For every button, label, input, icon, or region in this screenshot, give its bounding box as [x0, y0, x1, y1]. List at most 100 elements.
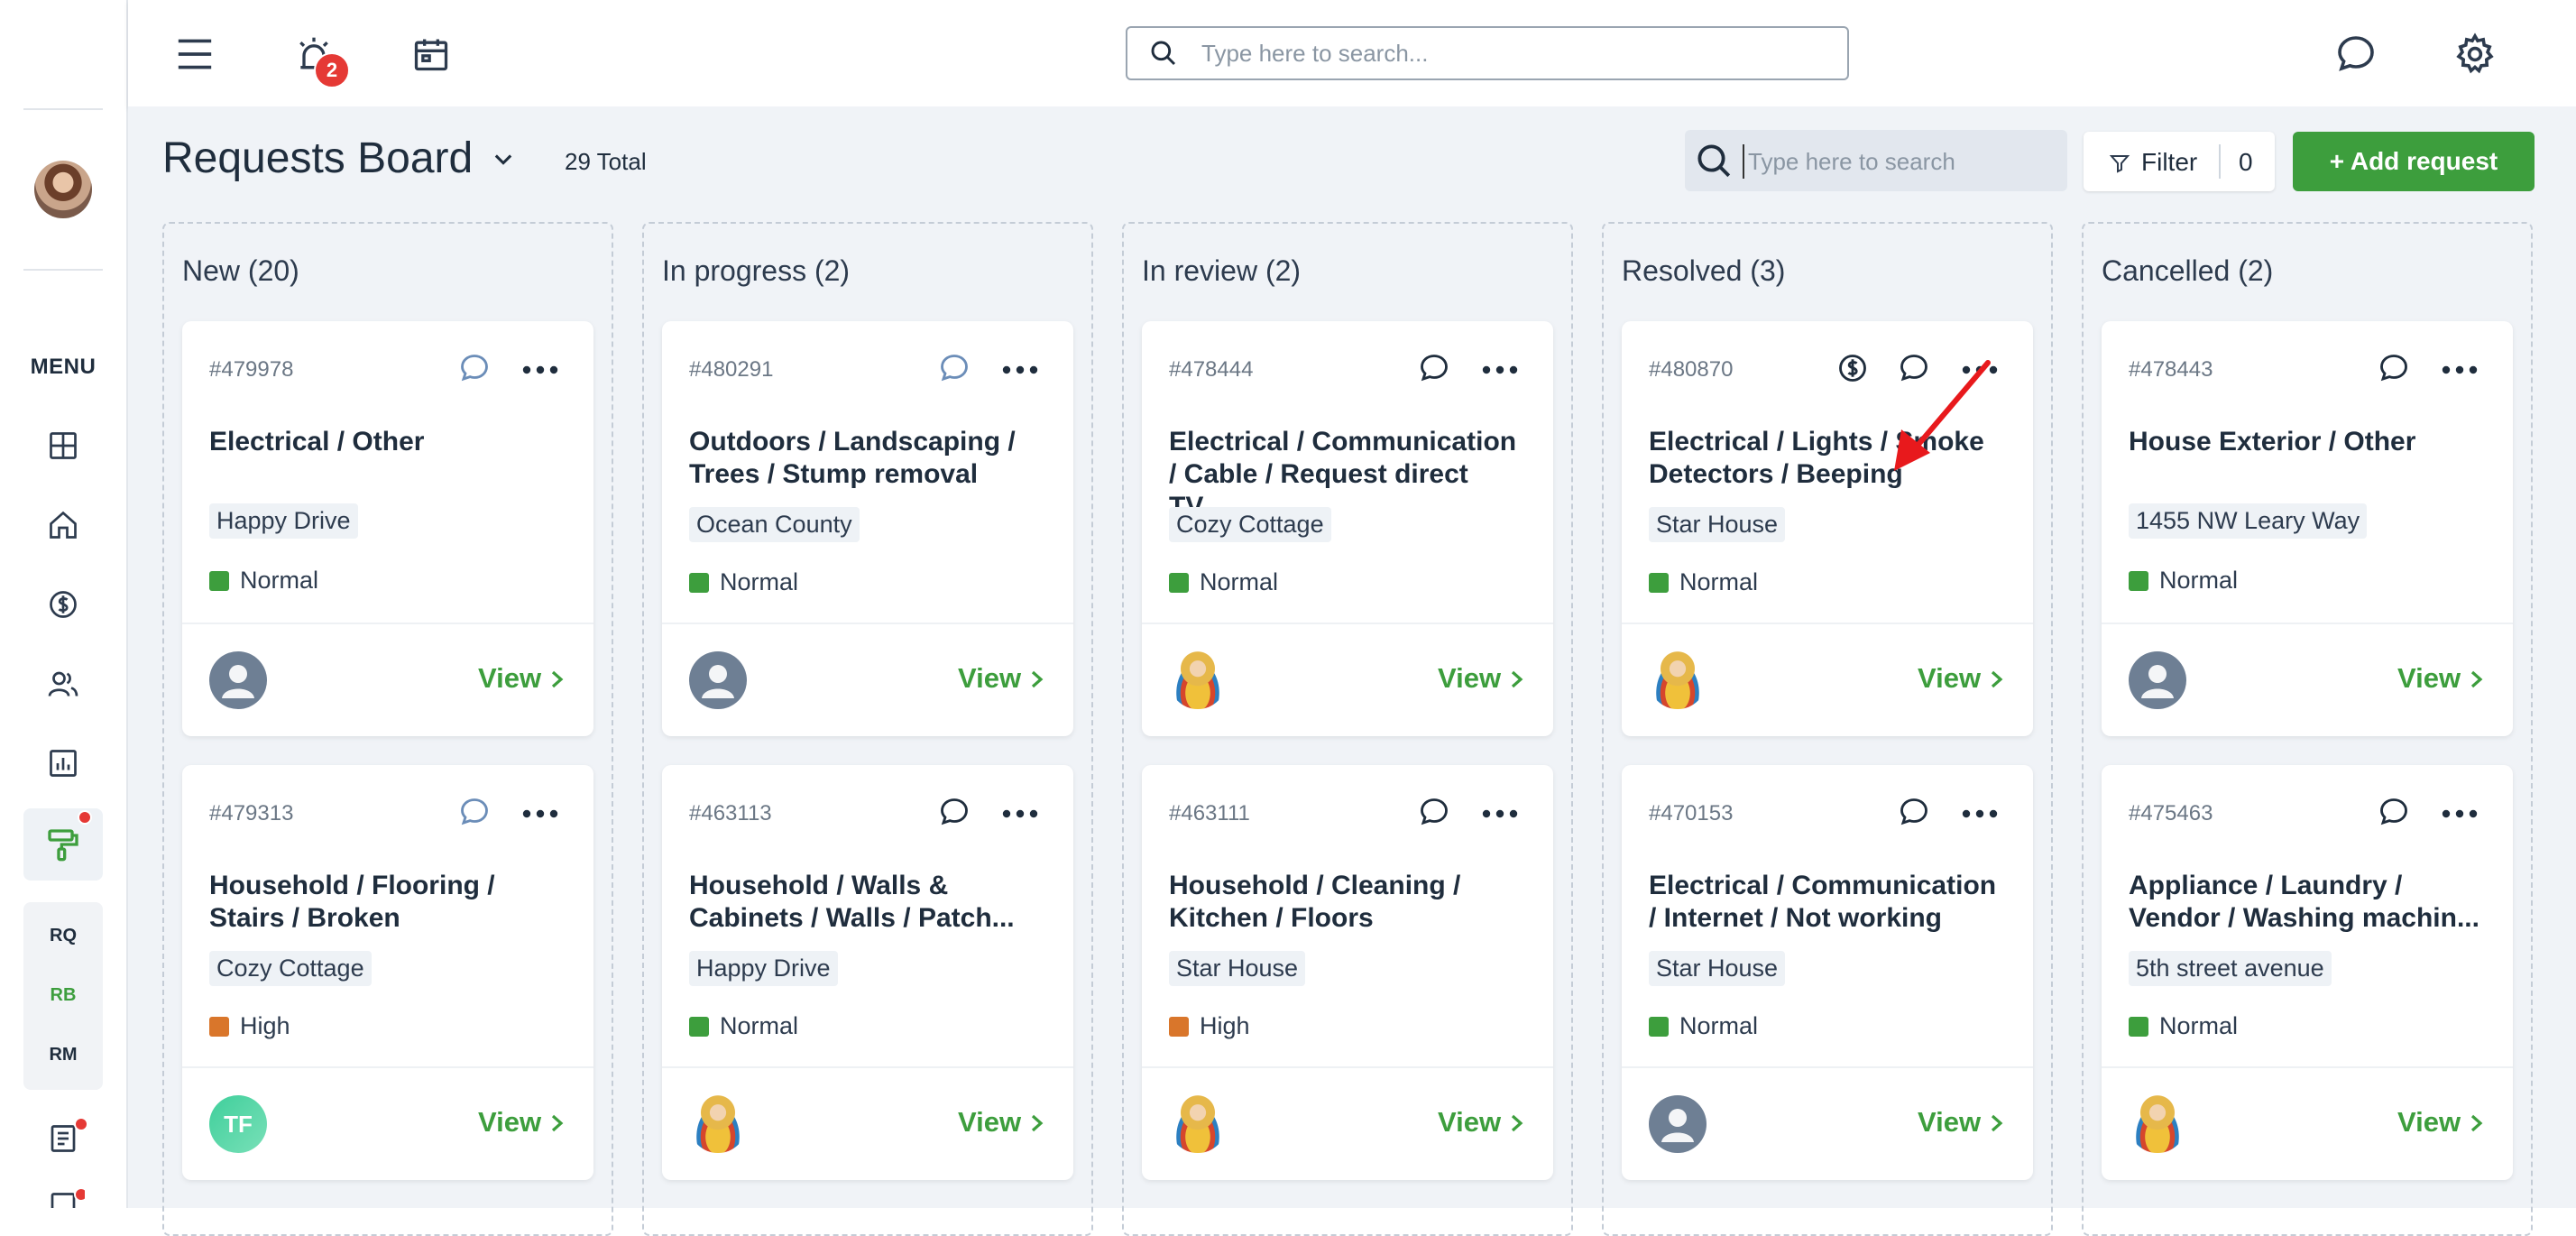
- comment-icon[interactable]: [1418, 352, 1454, 388]
- assignee-avatar[interactable]: [1649, 651, 1707, 709]
- view-label: View: [1918, 662, 1982, 694]
- assignee-avatar[interactable]: [1649, 1095, 1707, 1153]
- request-card[interactable]: #463113 Household / Walls & Cabinets / Wa…: [662, 765, 1073, 1180]
- request-id: #480291: [689, 357, 774, 382]
- request-title: Household / Flooring / Stairs / Broken: [209, 871, 495, 933]
- request-card[interactable]: #470153 Electrical / Communication / Inte…: [1622, 765, 2033, 1180]
- global-search-input[interactable]: [1200, 35, 1835, 71]
- assignee-avatar[interactable]: [2129, 1095, 2186, 1153]
- view-link[interactable]: View: [1438, 662, 1526, 695]
- more-options-icon[interactable]: [520, 796, 561, 832]
- view-link[interactable]: View: [1918, 1106, 2006, 1139]
- card-divider: [1622, 1066, 2033, 1068]
- card-divider: [1622, 623, 2033, 624]
- priority-indicator: Normal: [1649, 568, 1758, 596]
- request-card[interactable]: #478444 Electrical / Communication / Cabl…: [1142, 321, 1553, 736]
- more-options-icon[interactable]: [2439, 352, 2480, 388]
- request-card[interactable]: #479313 Household / Flooring / Stairs / B…: [182, 765, 593, 1180]
- board-column: In review (2) #478444 Electrical / Communi…: [1122, 222, 1573, 1236]
- request-card[interactable]: #475463 Appliance / Laundry / Vendor / Wa…: [2102, 765, 2513, 1180]
- reports-icon[interactable]: [41, 742, 85, 785]
- requests-nav-active[interactable]: [23, 808, 103, 881]
- property-tag: Star House: [1649, 507, 1786, 542]
- global-search-box[interactable]: [1126, 26, 1849, 80]
- more-options-icon[interactable]: [999, 796, 1041, 832]
- submenu-item-rm[interactable]: RM: [23, 1045, 103, 1065]
- view-link[interactable]: View: [2397, 1106, 2486, 1139]
- assignee-avatar[interactable]: [2129, 651, 2186, 709]
- priority-indicator: Normal: [1649, 1012, 1758, 1040]
- request-card[interactable]: #479978 Electrical / Other Happy Drive Norm…: [182, 321, 593, 736]
- priority-square: [1649, 1017, 1669, 1037]
- priority-label: Normal: [1679, 1012, 1759, 1039]
- comment-icon[interactable]: [458, 796, 494, 832]
- assignee-avatar[interactable]: [689, 1095, 747, 1153]
- assignee-avatar[interactable]: TF: [209, 1095, 267, 1153]
- view-link[interactable]: View: [478, 1106, 566, 1139]
- comment-icon[interactable]: [2378, 796, 2414, 832]
- comment-icon[interactable]: [1418, 796, 1454, 832]
- board-search-input[interactable]: [1743, 144, 2056, 179]
- priority-indicator: Normal: [209, 567, 318, 595]
- column-title: New (20): [182, 254, 299, 287]
- card-divider: [2102, 623, 2513, 624]
- submenu-item-rq[interactable]: RQ: [23, 926, 103, 946]
- chevron-right-icon: [552, 670, 564, 688]
- sidebar-divider: [23, 269, 103, 271]
- dashboard-icon[interactable]: [41, 424, 85, 467]
- more-nav-icon[interactable]: [41, 1187, 85, 1208]
- sidebar: MENU RQ RB RM: [0, 0, 128, 1208]
- view-link[interactable]: View: [1438, 1106, 1526, 1139]
- more-options-icon[interactable]: [999, 352, 1041, 388]
- chevron-right-icon: [2471, 670, 2483, 688]
- home-icon[interactable]: [41, 503, 85, 547]
- comment-icon[interactable]: [938, 796, 974, 832]
- filter-button[interactable]: Filter 0: [2084, 132, 2275, 191]
- assignee-avatar[interactable]: [1169, 1095, 1227, 1153]
- view-link[interactable]: View: [958, 1106, 1046, 1139]
- document-icon[interactable]: [41, 1117, 88, 1160]
- comment-icon[interactable]: [938, 352, 974, 388]
- more-options-icon[interactable]: [1479, 796, 1521, 832]
- request-card[interactable]: #478443 House Exterior / Other 1455 NW Lea…: [2102, 321, 2513, 736]
- settings-gear-icon[interactable]: [2448, 27, 2502, 81]
- assignee-avatar[interactable]: [209, 651, 267, 709]
- request-card[interactable]: #480291 Outdoors / Landscaping / Trees / …: [662, 321, 1073, 736]
- assignee-avatar[interactable]: [689, 651, 747, 709]
- submenu-item-rb[interactable]: RB: [23, 985, 103, 1006]
- board-column: New (20) #479978 Electrical / Other Happy D…: [162, 222, 613, 1236]
- view-link[interactable]: View: [2397, 662, 2486, 695]
- priority-square: [689, 1017, 709, 1037]
- view-link[interactable]: View: [478, 662, 566, 695]
- comment-icon[interactable]: [458, 352, 494, 388]
- view-link[interactable]: View: [1918, 662, 2006, 695]
- priority-square: [2129, 1017, 2148, 1037]
- chat-icon[interactable]: [2329, 27, 2383, 81]
- chevron-right-icon: [1992, 1114, 2003, 1132]
- property-tag: Happy Drive: [689, 951, 838, 986]
- more-options-icon[interactable]: [520, 352, 561, 388]
- total-count: 29 Total: [565, 148, 647, 175]
- request-card[interactable]: #463111 Household / Cleaning / Kitchen / …: [1142, 765, 1553, 1180]
- board-search-box[interactable]: [1685, 130, 2067, 191]
- more-options-icon[interactable]: [2439, 796, 2480, 832]
- add-request-button[interactable]: + Add request: [2293, 132, 2535, 191]
- view-label: View: [2397, 1106, 2461, 1138]
- dollar-icon[interactable]: [41, 583, 85, 626]
- assignee-avatar[interactable]: [1169, 651, 1227, 709]
- users-icon[interactable]: [41, 662, 85, 706]
- comment-icon[interactable]: [1898, 796, 1934, 832]
- request-id: #470153: [1649, 801, 1734, 826]
- user-avatar[interactable]: [34, 161, 92, 218]
- hamburger-menu-icon[interactable]: [168, 27, 222, 81]
- priority-indicator: Normal: [2129, 567, 2238, 595]
- more-options-icon[interactable]: [1959, 796, 2001, 832]
- view-link[interactable]: View: [958, 662, 1046, 695]
- chevron-down-icon[interactable]: [491, 146, 516, 176]
- more-options-icon[interactable]: [1479, 352, 1521, 388]
- calendar-icon[interactable]: [404, 27, 458, 81]
- card-divider: [662, 1066, 1073, 1068]
- paint-roller-icon: [45, 826, 81, 867]
- card-divider: [182, 623, 593, 624]
- comment-icon[interactable]: [2378, 352, 2414, 388]
